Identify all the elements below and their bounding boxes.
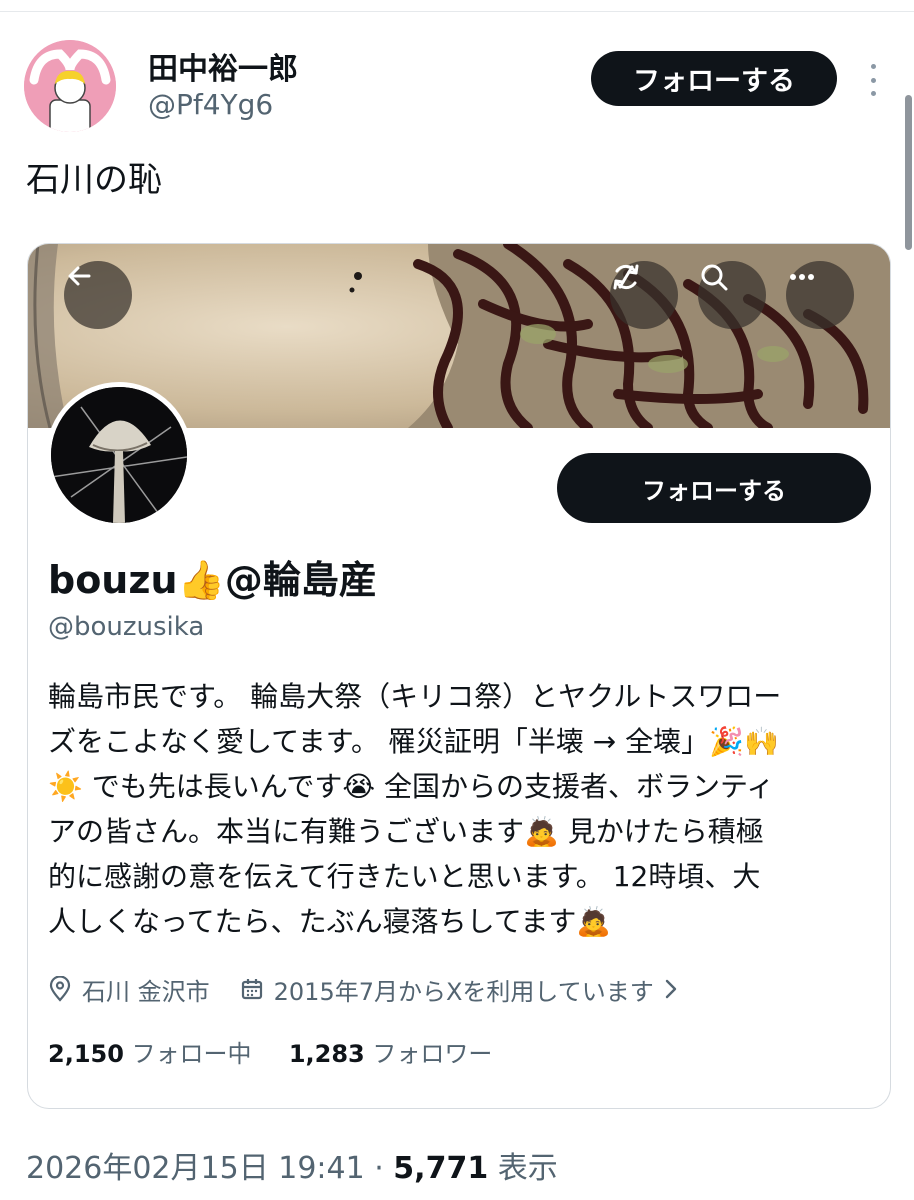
profile-avatar-photo (51, 387, 187, 523)
back-icon[interactable] (64, 261, 132, 329)
profile-counts: 2,150 フォロー中 1,283 フォロワー (48, 1034, 492, 1069)
followers-label: フォロワー (372, 1040, 493, 1068)
profile-display-name: bouzu👍@輪島産 (48, 558, 377, 602)
calendar-icon (240, 977, 264, 1001)
bio-line: ☀️ でも先は長いんです😭 全国からの支援者、ボランティ (48, 770, 775, 803)
bio-line: 的に感謝の意を伝えて行きたいと思います。 12時頃、大 (48, 860, 761, 893)
profile-bio: 輪島市民です。 輪島大祭（キリコ祭）とヤクルトスワロー ズをこよなく愛してます。… (48, 674, 874, 944)
scrollbar[interactable] (905, 95, 912, 250)
followers-count: 1,283 (288, 1040, 365, 1068)
follow-profile-button[interactable]: フォローする (557, 453, 871, 523)
following-label: フォロー中 (131, 1040, 252, 1068)
top-divider (0, 0, 914, 12)
profile-meta: 石川 金沢市 2015年7月からXを利用しています (48, 972, 688, 1006)
tweet-text: 石川の恥 (26, 160, 162, 200)
author-name[interactable]: 田中裕一郎 (148, 44, 298, 88)
author-avatar[interactable] (24, 40, 116, 132)
bio-line: 輪島市民です。 輪島大祭（キリコ祭）とヤクルトスワロー (48, 680, 782, 713)
tweet-timestamp[interactable]: 2026年02月15日 19:41 (26, 1151, 365, 1186)
profile-avatar[interactable] (46, 382, 192, 528)
bio-line: 人しくなってたら、たぶん寝落ちしてます🙇 (48, 905, 612, 938)
profile-joined-date: 2015年7月からXを利用しています (273, 977, 654, 1006)
author-handle[interactable]: @Pf4Yg6 (148, 88, 273, 121)
separator-dot: · (364, 1151, 394, 1186)
bio-line: ズをこよなく愛してます。 罹災証明「半壊 → 全壊」🎉🙌 (48, 725, 779, 758)
profile-handle: @bouzusika (48, 612, 205, 642)
chevron-right-icon (664, 978, 678, 1000)
bio-line: アの皆さん。本当に有難うございます🙇 見かけたら積極 (48, 815, 764, 848)
profile-location: 石川 金沢市 (82, 977, 210, 1006)
profile-card-image[interactable]: フォローする bouzu👍@輪島産 @bouzusika 輪島市民です。 輪島大… (27, 243, 891, 1109)
views-count: 5,771 (393, 1151, 489, 1186)
following-count: 2,150 (48, 1040, 124, 1068)
follow-author-button[interactable]: フォローする (591, 51, 837, 106)
sync-icon[interactable] (610, 261, 678, 329)
more-vertical-icon[interactable] (858, 60, 888, 100)
more-horizontal-icon[interactable] (786, 261, 854, 329)
location-pin-icon (48, 976, 72, 1002)
search-icon[interactable] (698, 261, 766, 329)
author-avatar-illustration (24, 40, 116, 132)
views-label: 表示 (497, 1151, 558, 1186)
tweet-timestamp-row: 2026年02月15日 19:41 · 5,771 表示 (26, 1143, 558, 1187)
